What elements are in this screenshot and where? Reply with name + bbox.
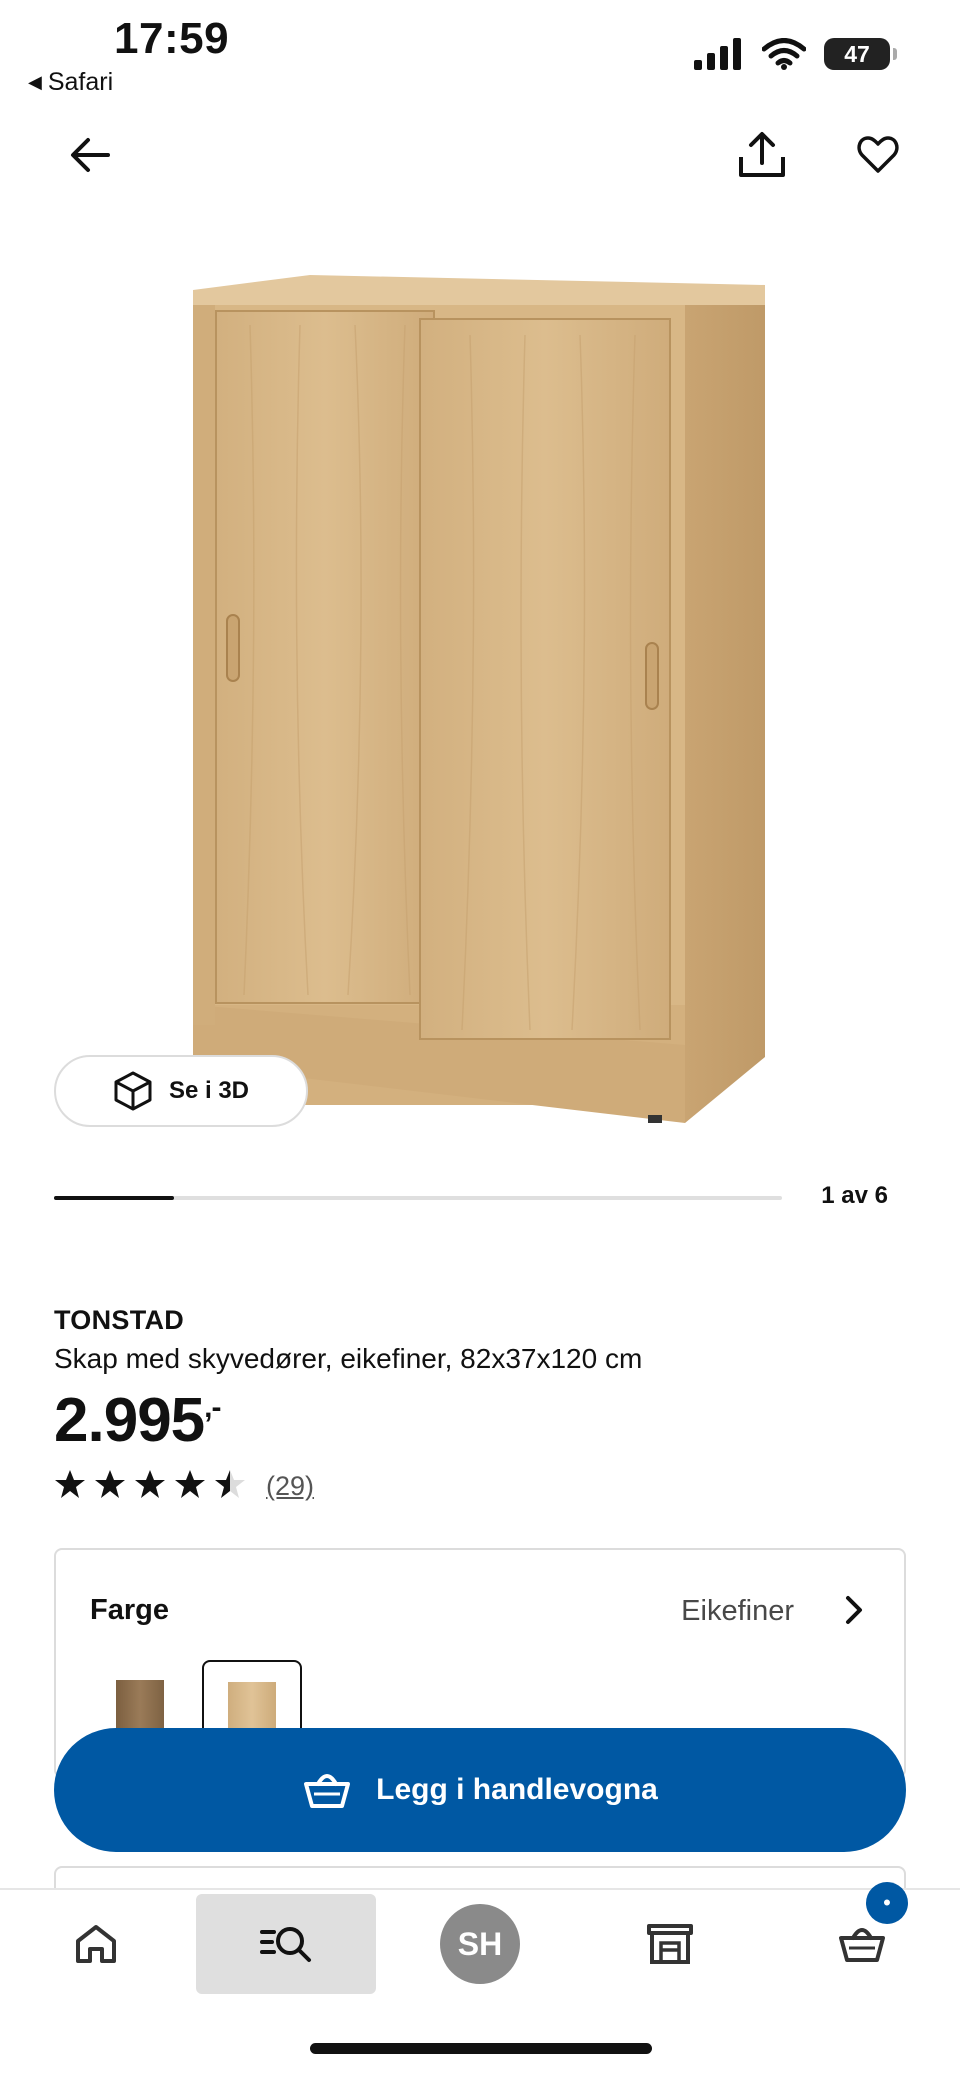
battery-indicator: 47 <box>824 38 897 70</box>
gallery-position: 1 av 6 <box>821 1182 888 1209</box>
status-time: 17:59 <box>114 14 230 63</box>
nav-profile[interactable]: SH <box>390 1894 570 1994</box>
profile-avatar: SH <box>440 1904 520 1984</box>
store-icon <box>647 1924 693 1964</box>
star-icon <box>94 1468 126 1505</box>
nav-search[interactable] <box>196 1894 376 1994</box>
back-button[interactable] <box>60 125 120 185</box>
selected-color: Eikefiner <box>681 1595 794 1627</box>
heart-icon <box>857 136 899 173</box>
product-rating[interactable]: (29) <box>54 1468 314 1505</box>
add-to-cart-label: Legg i handlevogna <box>376 1773 658 1806</box>
star-icon <box>54 1468 86 1505</box>
star-icon <box>214 1468 246 1505</box>
cube-3d-icon <box>114 1071 152 1111</box>
color-label: Farge <box>90 1594 169 1626</box>
favorite-button[interactable] <box>848 125 908 185</box>
status-indicators: 47 <box>694 38 897 70</box>
arrow-left-icon <box>71 138 110 172</box>
cart-badge: • <box>866 1882 908 1924</box>
search-icon <box>260 1927 311 1962</box>
product-name: TONSTAD <box>54 1305 185 1335</box>
wifi-icon <box>762 38 806 70</box>
product-price: 2.995 ,- <box>54 1385 222 1456</box>
star-icon <box>174 1468 206 1505</box>
chevron-right-icon[interactable] <box>834 1590 874 1630</box>
add-to-cart-button[interactable]: Legg i handlevogna <box>54 1728 906 1852</box>
product-image[interactable] <box>180 265 780 1135</box>
nav-stores[interactable] <box>580 1894 760 1994</box>
view-3d-label: Se i 3D <box>168 1077 250 1104</box>
rating-stars <box>54 1468 246 1505</box>
home-indicator <box>310 2043 652 2054</box>
back-to-app-link[interactable]: ◀ Safari <box>28 68 113 97</box>
gallery-progress <box>54 1196 782 1200</box>
basket-icon <box>304 1774 351 1808</box>
nav-home[interactable] <box>6 1894 186 1994</box>
review-count-link[interactable]: (29) <box>266 1471 314 1502</box>
back-triangle-icon: ◀ <box>28 72 42 92</box>
view-3d-button[interactable]: Se i 3D <box>54 1055 308 1127</box>
price-amount: 2.995 <box>54 1386 205 1455</box>
cart-icon <box>839 1928 885 1962</box>
star-icon <box>134 1468 166 1505</box>
back-app-label: Safari <box>47 68 114 96</box>
product-page: 17:59 ◀ Safari 47 Se i 3D 1 av 6 TONSTAD… <box>0 0 960 2077</box>
home-icon <box>76 1925 116 1963</box>
product-description: Skap med skyvedører, eikefiner, 82x37x12… <box>54 1343 643 1374</box>
cellular-signal-icon <box>694 38 741 70</box>
share-icon <box>739 132 785 177</box>
price-suffix: ,- <box>204 1391 221 1424</box>
nav-cart[interactable]: • <box>772 1882 952 1994</box>
share-button[interactable] <box>732 125 792 185</box>
gallery-progress-fill <box>54 1196 175 1200</box>
